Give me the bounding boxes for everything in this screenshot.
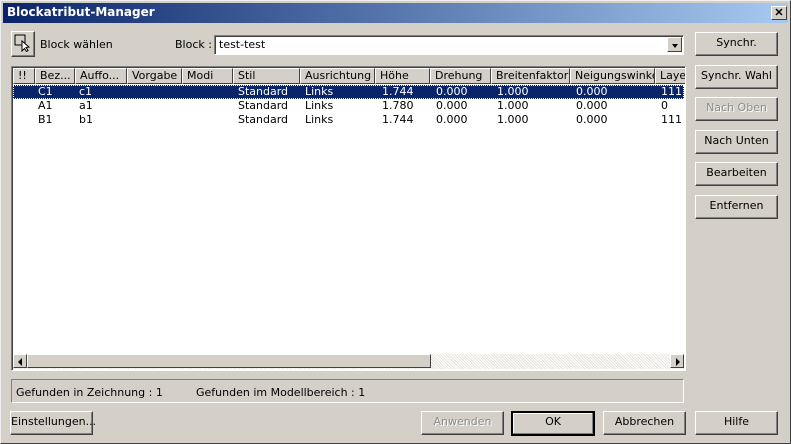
arrow-left-icon <box>18 358 22 366</box>
window-title: Blockatribut-Manager <box>7 5 155 19</box>
cell-style: Standard <box>238 113 289 126</box>
cell-name: B1 <box>38 113 53 126</box>
cell-rotation: 0.000 <box>436 113 468 126</box>
cell-prompt: b1 <box>79 113 93 126</box>
scroll-thumb[interactable] <box>27 354 431 368</box>
column-header[interactable]: !! <box>13 68 35 84</box>
edit-button[interactable]: Bearbeiten <box>695 162 778 186</box>
cell-justify: Links <box>305 99 334 112</box>
block-select-value: test-test <box>219 38 266 51</box>
title-bar[interactable]: Blockatribut-Manager ✕ <box>3 3 788 23</box>
column-header[interactable]: Stil <box>233 68 300 84</box>
table-row[interactable]: B1 b1 Standard Links 1.744 0.000 1.000 0… <box>13 113 684 127</box>
select-block-button[interactable] <box>11 31 35 57</box>
table-row[interactable]: C1 c1 Standard Links 1.744 0.000 1.000 0… <box>13 85 684 99</box>
cell-width-factor: 1.000 <box>497 99 529 112</box>
cell-oblique: 0.000 <box>576 113 608 126</box>
column-header[interactable]: Drehung <box>430 68 491 84</box>
close-button[interactable]: ✕ <box>771 6 787 20</box>
remove-button[interactable]: Entfernen <box>695 195 778 219</box>
scroll-left-button[interactable] <box>13 354 27 368</box>
cell-name: A1 <box>38 99 53 112</box>
scroll-right-button[interactable] <box>670 354 684 368</box>
cell-height: 1.744 <box>382 85 414 98</box>
column-header[interactable]: Laye <box>655 68 685 84</box>
cell-prompt: a1 <box>79 99 93 112</box>
column-header[interactable]: Höhe <box>375 68 430 84</box>
cell-oblique: 0.000 <box>576 99 608 112</box>
ok-button[interactable]: OK <box>511 411 595 436</box>
cell-rotation: 0.000 <box>436 99 468 112</box>
block-select[interactable]: test-test <box>214 35 684 55</box>
arrow-right-icon <box>676 358 680 366</box>
table-row[interactable]: A1 a1 Standard Links 1.780 0.000 1.000 0… <box>13 99 684 113</box>
apply-button[interactable]: Anwenden <box>421 411 504 435</box>
cell-style: Standard <box>238 99 289 112</box>
move-up-button[interactable]: Nach Oben <box>695 97 778 121</box>
cell-layer: 1111 <box>661 113 683 126</box>
sync-choice-button[interactable]: Synchr. Wahl <box>695 65 778 89</box>
cell-prompt: c1 <box>79 85 93 98</box>
settings-button[interactable]: Einstellungen... <box>10 411 96 435</box>
close-icon: ✕ <box>774 7 784 19</box>
cell-justify: Links <box>305 85 334 98</box>
cell-name: C1 <box>38 85 53 98</box>
column-header[interactable]: Modi <box>182 68 233 84</box>
move-down-button[interactable]: Nach Unten <box>695 130 778 154</box>
block-label: Block : <box>175 38 212 51</box>
sync-button[interactable]: Synchr. <box>695 32 778 56</box>
cell-width-factor: 1.000 <box>497 85 529 98</box>
column-header[interactable]: Ausrichtung <box>300 68 375 84</box>
block-dropdown-button[interactable] <box>667 37 682 52</box>
status-bar: Gefunden in Zeichnung : 1 Gefunden im Mo… <box>11 379 684 403</box>
dialog-window: Blockatribut-Manager ✕ Block wählen Bloc… <box>0 0 791 444</box>
column-header[interactable]: Neigungswinkel <box>570 68 655 84</box>
attribute-list[interactable]: !! Bez... Auffo... Vorgabe Modi Stil Aus… <box>11 66 686 371</box>
cell-height: 1.780 <box>382 99 414 112</box>
chevron-down-icon <box>672 44 678 48</box>
column-header[interactable]: Breitenfaktor <box>491 68 570 84</box>
column-header[interactable]: Bez... <box>35 68 75 84</box>
cell-layer: 0 <box>661 99 668 112</box>
found-in-drawing: Gefunden in Zeichnung : 1 <box>16 386 163 399</box>
cell-justify: Links <box>305 113 334 126</box>
horizontal-scrollbar[interactable] <box>13 354 684 369</box>
found-in-model: Gefunden im Modellbereich : 1 <box>196 386 366 399</box>
cancel-button[interactable]: Abbrechen <box>603 411 686 435</box>
cell-style: Standard <box>238 85 289 98</box>
help-button[interactable]: Hilfe <box>695 411 778 435</box>
select-block-label[interactable]: Block wählen <box>40 38 113 51</box>
cell-rotation: 0.000 <box>436 85 468 98</box>
cell-width-factor: 1.000 <box>497 113 529 126</box>
cursor-select-icon <box>14 34 31 52</box>
cell-oblique: 0.000 <box>576 85 608 98</box>
column-header[interactable]: Auffo... <box>75 68 127 84</box>
cell-layer: 1111 <box>661 85 683 98</box>
cell-height: 1.744 <box>382 113 414 126</box>
column-header[interactable]: Vorgabe <box>127 68 182 84</box>
